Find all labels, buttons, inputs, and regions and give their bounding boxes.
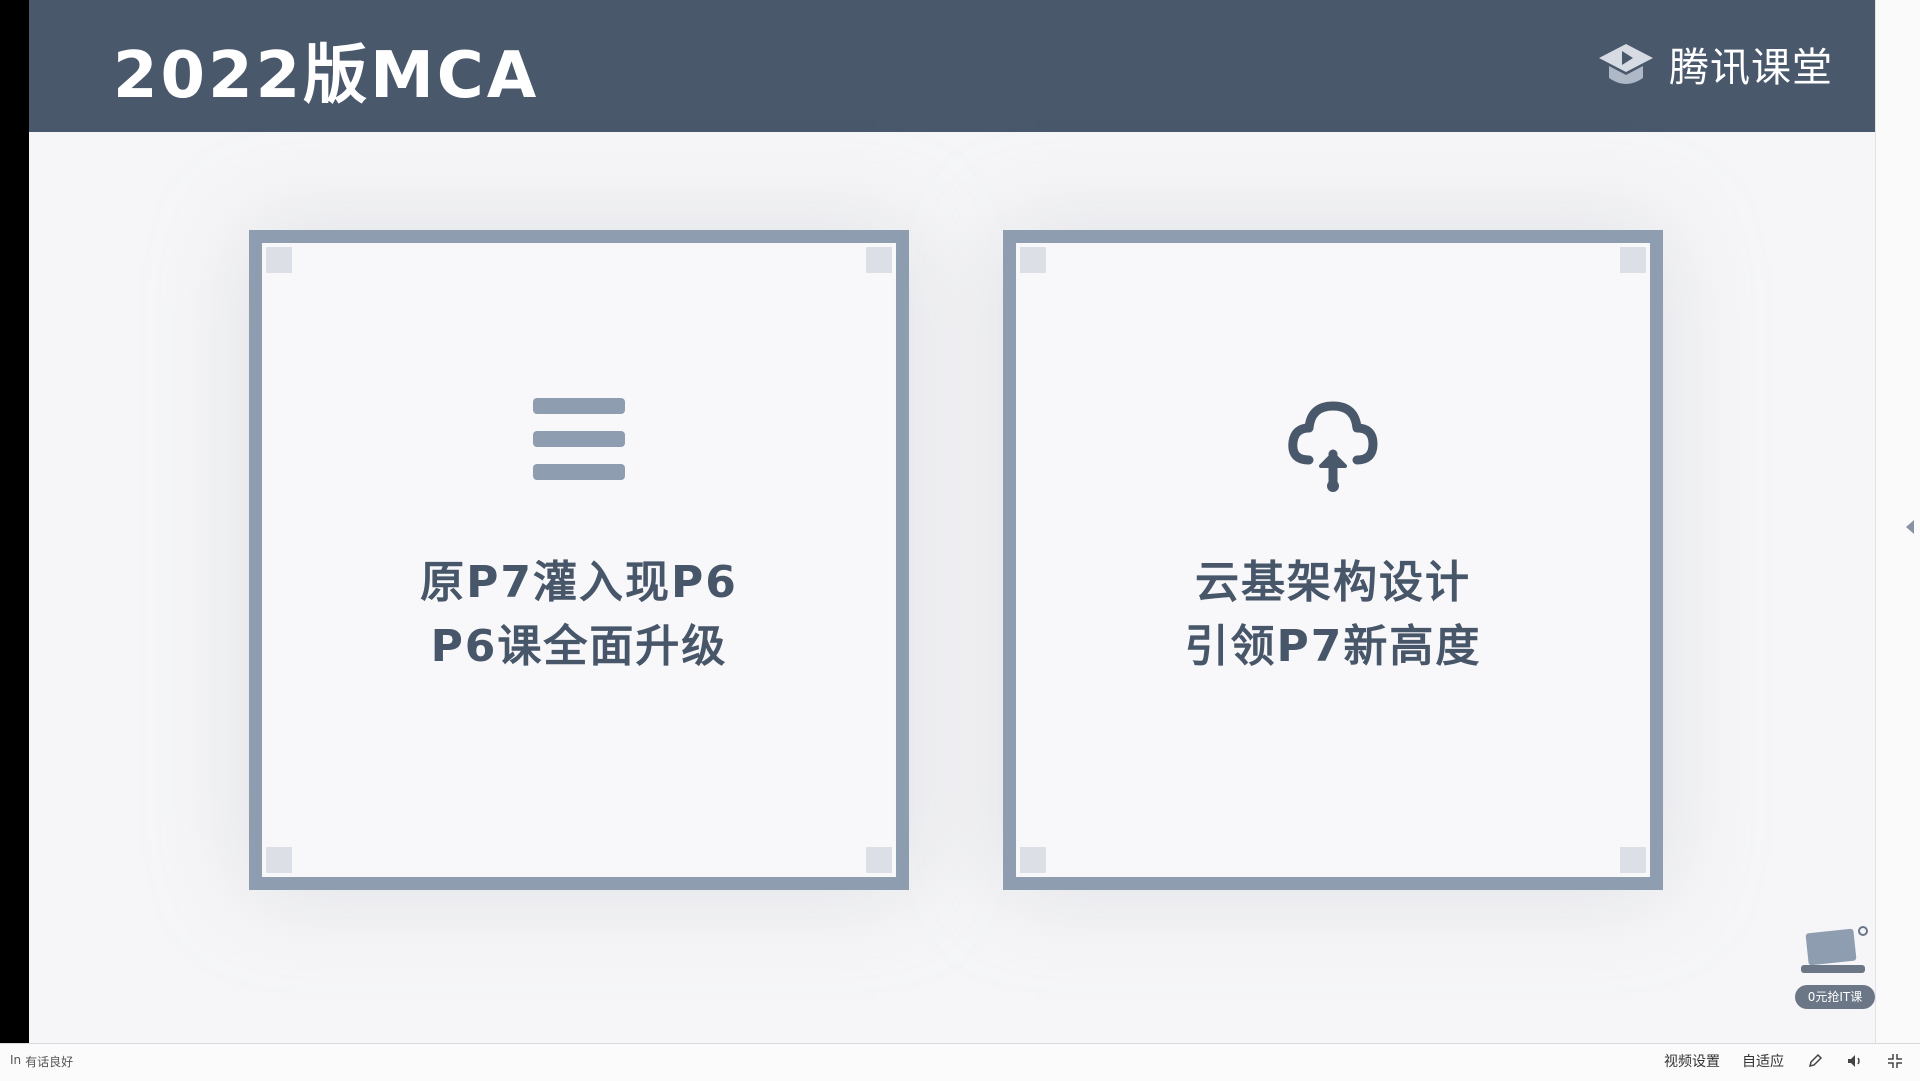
pen-icon[interactable] xyxy=(1806,1052,1824,1070)
card-corner xyxy=(1620,847,1646,873)
cloud-upload-icon xyxy=(1288,401,1378,492)
tencent-classroom-logo-icon xyxy=(1599,44,1653,84)
video-settings-button[interactable]: 视频设置 xyxy=(1664,1051,1720,1071)
free-course-promo[interactable]: 0元抢IT课 xyxy=(1795,925,1875,1009)
promo-label: 0元抢IT课 xyxy=(1795,985,1875,1009)
brand-logo: 腾讯课堂 xyxy=(1595,34,1833,94)
card-corner xyxy=(266,847,292,873)
laptop-icon xyxy=(1801,926,1868,973)
card-line-2: 引领P7新高度 xyxy=(1184,621,1482,672)
card-text: 云基架构设计 引领P7新高度 xyxy=(1016,551,1650,679)
feature-card-upgrade: 原P7灌入现P6 P6课全面升级 xyxy=(249,230,909,890)
feature-card-cloud: 云基架构设计 引领P7新高度 xyxy=(1003,230,1663,890)
status-prefix: In xyxy=(10,1053,22,1067)
card-corner xyxy=(1620,247,1646,273)
fit-mode-button[interactable]: 自适应 xyxy=(1742,1051,1784,1071)
player-control-bar: In 有话良好 视频设置 自适应 xyxy=(0,1043,1920,1081)
brand-name: 腾讯课堂 xyxy=(1669,45,1833,91)
card-corner xyxy=(866,247,892,273)
panel-collapse-icon[interactable] xyxy=(1906,520,1914,534)
card-text: 原P7灌入现P6 P6课全面升级 xyxy=(262,551,896,679)
card-corner xyxy=(266,247,292,273)
slide-header: 2022版MCA 腾讯课堂 xyxy=(29,0,1875,132)
card-line-1: 原P7灌入现P6 xyxy=(420,557,738,608)
fullscreen-exit-icon[interactable] xyxy=(1886,1052,1904,1070)
menu-bars-icon xyxy=(533,398,625,480)
slide-canvas: 2022版MCA 腾讯课堂 原P7灌入现P6 P6课全面升级 云基架构设计 引领… xyxy=(29,0,1875,1043)
slide-title: 2022版MCA xyxy=(113,39,540,113)
status-caption: 有话良好 xyxy=(25,1055,74,1069)
card-line-1: 云基架构设计 xyxy=(1195,557,1471,608)
player-status: In 有话良好 xyxy=(10,1053,73,1070)
volume-icon[interactable] xyxy=(1846,1052,1864,1070)
card-line-2: P6课全面升级 xyxy=(430,621,728,672)
card-corner xyxy=(1020,847,1046,873)
player-controls: 视频设置 自适应 xyxy=(1664,1051,1904,1071)
card-corner xyxy=(1020,247,1046,273)
card-corner xyxy=(866,847,892,873)
